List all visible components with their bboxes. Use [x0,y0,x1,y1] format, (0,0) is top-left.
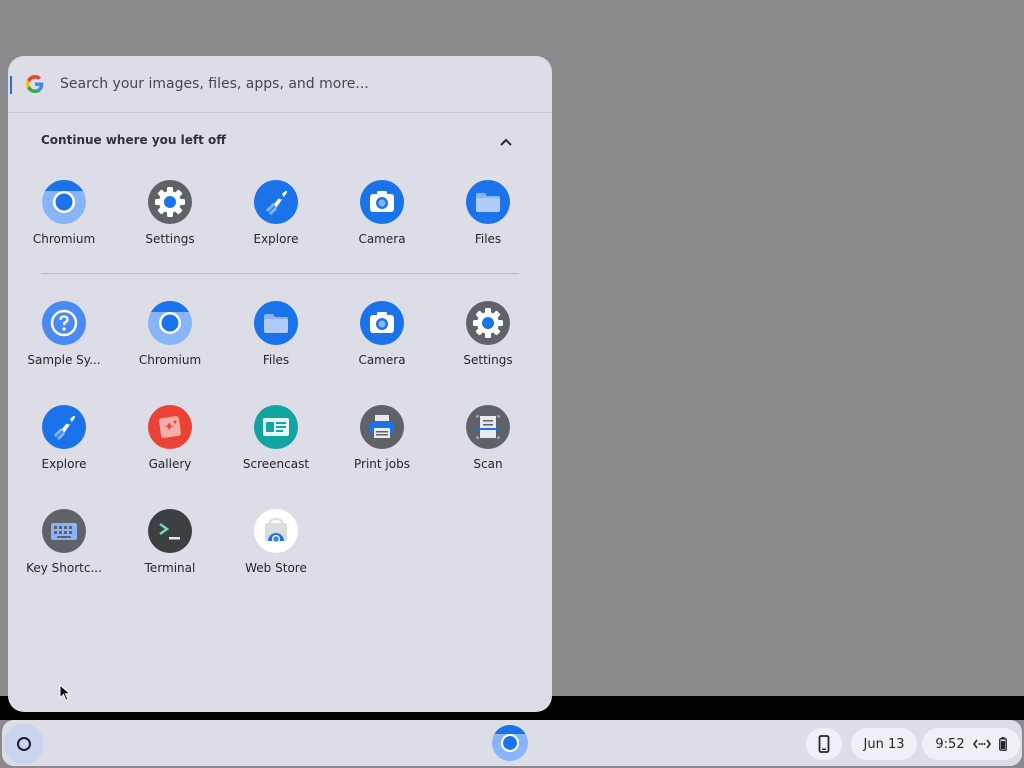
continue-item-chromium[interactable]: Chromium [14,180,114,270]
app-tile-settings[interactable]: Settings [438,301,538,391]
settings-icon [148,180,192,224]
app-label: Explore [41,457,87,471]
status-tray[interactable]: 9:52 [922,728,1020,760]
settings-icon [466,301,510,345]
app-label: Web Store [245,561,307,575]
launcher-button[interactable] [4,724,44,764]
collapse-continue-button[interactable] [494,132,518,152]
files-icon [254,301,298,345]
help-icon [42,301,86,345]
app-tile-key-shortcuts[interactable]: Key Shortc... [14,509,114,599]
continue-item-files[interactable]: Files [438,180,538,270]
mouse-pointer-icon [59,684,71,702]
app-label: Scan [473,457,503,471]
continue-item-camera[interactable]: Camera [332,180,432,270]
explore-icon [254,180,298,224]
shelf: Jun 13 9:52 [2,720,1022,766]
app-label: Print jobs [354,457,410,471]
files-icon [466,180,510,224]
app-tile-print-jobs[interactable]: Print jobs [332,405,432,495]
section-divider [41,273,519,274]
app-label: Screencast [242,457,310,471]
continue-item-explore[interactable]: Explore [226,180,326,270]
chevron-up-icon [500,138,512,146]
scan-icon [466,405,510,449]
date-text: Jun 13 [863,736,905,752]
launcher-circle-icon [17,737,31,751]
shelf-chromium-icon[interactable] [492,725,528,761]
search-bar [8,56,552,113]
app-launcher: Continue where you left off Chromium [8,56,552,712]
app-tile-scan[interactable]: Scan [438,405,538,495]
date-tray[interactable]: Jun 13 [851,728,917,760]
continue-item-settings[interactable]: Settings [120,180,220,270]
app-label: Gallery [148,457,192,471]
app-label: Terminal [144,561,196,575]
chromium-icon [148,301,192,345]
app-tile-terminal[interactable]: Terminal [120,509,220,599]
app-tile-sample-system[interactable]: Sample Sy... [14,301,114,391]
time-text: 9:52 [935,736,965,752]
camera-icon [360,180,404,224]
gallery-icon [148,405,192,449]
app-label: Chromium [32,232,96,246]
text-cursor [10,76,12,94]
app-tile-camera[interactable]: Camera [332,301,432,391]
screencast-icon [254,405,298,449]
camera-icon [360,301,404,345]
keyboard-icon [42,509,86,553]
ethernet-icon [972,739,991,749]
web-store-icon [254,509,298,553]
explore-icon [42,405,86,449]
terminal-icon [148,509,192,553]
app-label: Settings [145,232,195,246]
phone-icon [818,735,830,753]
app-tile-gallery[interactable]: Gallery [120,405,220,495]
app-label: Camera [358,353,406,367]
search-input[interactable] [60,72,530,96]
app-label: Files [262,353,290,367]
phone-hub-button[interactable] [806,728,842,760]
app-tile-files[interactable]: Files [226,301,326,391]
app-tile-screencast[interactable]: Screencast [226,405,326,495]
app-tile-web-store[interactable]: Web Store [226,509,326,599]
printer-icon [360,405,404,449]
app-label: Key Shortc... [26,561,102,575]
battery-icon [998,737,1007,751]
google-g-icon [26,75,44,93]
app-label: Camera [358,232,406,246]
app-label: Explore [253,232,299,246]
app-label: Chromium [138,353,202,367]
app-tile-explore[interactable]: Explore [14,405,114,495]
app-label: Files [474,232,502,246]
chromium-icon [42,180,86,224]
app-label: Settings [463,353,513,367]
continue-section-title: Continue where you left off [41,133,226,147]
app-label: Sample Sy... [27,353,101,367]
app-tile-chromium[interactable]: Chromium [120,301,220,391]
